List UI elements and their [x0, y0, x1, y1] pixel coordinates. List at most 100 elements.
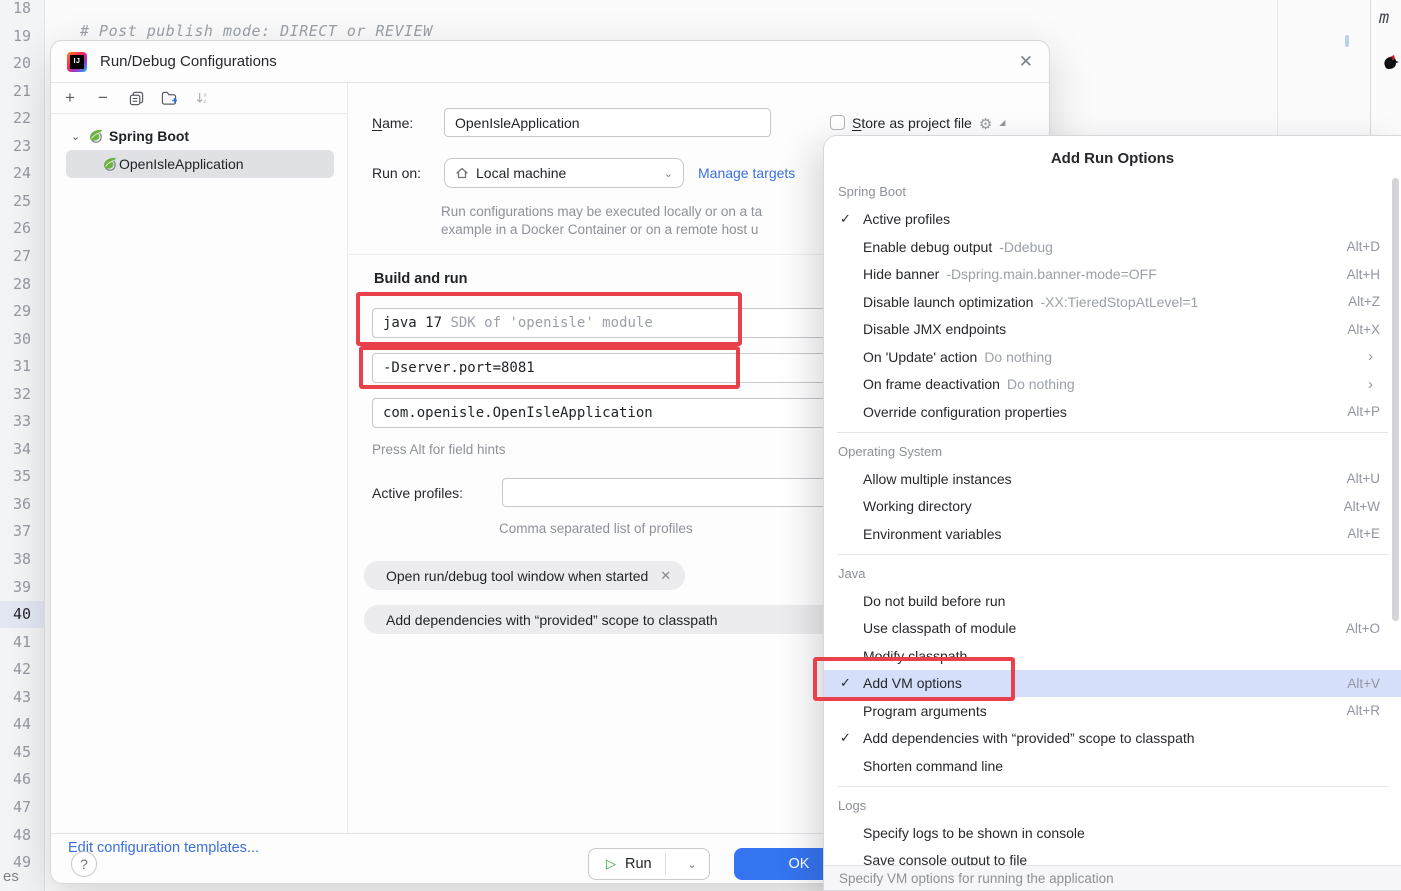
active-profiles-label: Active profiles:: [372, 485, 463, 501]
annotation-box-vm-options-field: [359, 346, 740, 389]
shortcut-label: Alt+E: [1347, 526, 1380, 541]
line-number: 46: [1, 766, 31, 793]
store-as-project-file-checkbox[interactable]: [830, 115, 845, 130]
menu-item-environment-variables[interactable]: Environment variablesAlt+E: [824, 520, 1401, 548]
line-number: 35: [1, 463, 31, 490]
tree-toolbar: + − az: [51, 83, 347, 114]
menu-separator: [824, 780, 1401, 792]
line-number: 25: [1, 188, 31, 215]
line-number: 48: [1, 822, 31, 849]
gear-caret-icon: ◢: [999, 118, 1005, 127]
line-number: 47: [1, 794, 31, 821]
tag-open-tool-window[interactable]: Open run/debug tool window when started …: [364, 561, 685, 590]
menu-item-hide-banner[interactable]: Hide banner-Dspring.main.banner-mode=OFF…: [824, 261, 1401, 289]
tree-item-openisleapplication-selected[interactable]: OpenIsleApplication: [66, 150, 334, 178]
editor-code-comment: # Post publish mode: DIRECT or REVIEW: [80, 22, 433, 40]
line-number: 45: [1, 739, 31, 766]
edit-configuration-templates-link[interactable]: Edit configuration templates...: [68, 840, 259, 856]
spring-boot-icon: [102, 156, 118, 172]
new-folder-icon[interactable]: [161, 90, 177, 106]
menu-item-working-directory[interactable]: Working directoryAlt+W: [824, 493, 1401, 521]
menu-item-allow-multiple-instances[interactable]: Allow multiple instancesAlt+U: [824, 465, 1401, 493]
run-dropdown-icon[interactable]: ⌄: [675, 858, 709, 871]
line-number: 20: [1, 50, 31, 77]
line-number: 27: [1, 243, 31, 270]
line-number: 36: [1, 491, 31, 518]
configurations-tree: ⌄ Spring Boot OpenIsleApplication: [51, 114, 347, 178]
run-on-value: Local machine: [476, 165, 566, 181]
copy-configuration-icon[interactable]: [128, 90, 144, 106]
run-button-divider: [665, 854, 666, 874]
help-button[interactable]: ?: [71, 851, 97, 877]
home-icon: [455, 166, 469, 180]
menu-item-use-classpath-of-module[interactable]: Use classpath of moduleAlt+O: [824, 615, 1401, 643]
panel-divider-line: [1370, 0, 1371, 136]
remove-configuration-icon[interactable]: −: [95, 90, 111, 106]
line-number: 42: [1, 656, 31, 683]
tag-add-provided-dependencies[interactable]: Add dependencies with “provided” scope t…: [364, 605, 901, 634]
menu-item-disable-jmx-endpoints[interactable]: Disable JMX endpointsAlt+X: [824, 316, 1401, 344]
submenu-arrow-icon: ›: [1368, 376, 1373, 393]
tree-group-label: Spring Boot: [109, 128, 189, 144]
menu-section-logs: Logs: [824, 792, 1401, 820]
shortcut-label: Alt+R: [1347, 703, 1380, 718]
run-on-description-line1: Run configurations may be executed local…: [441, 204, 762, 219]
configurations-tree-panel: + − az ⌄ Spring Boot OpenIsleApplication: [51, 83, 348, 833]
remove-tag-icon[interactable]: ✕: [660, 568, 671, 584]
check-icon: ✓: [840, 211, 863, 227]
alt-field-hints-note: Press Alt for field hints: [372, 442, 506, 457]
menu-item-enable-debug-output[interactable]: Enable debug output-DdebugAlt+D: [824, 233, 1401, 261]
menu-item-program-arguments[interactable]: Program argumentsAlt+R: [824, 697, 1401, 725]
menu-item-on-frame-deactivation[interactable]: On frame deactivationDo nothing›: [824, 371, 1401, 399]
gear-icon[interactable]: ⚙: [979, 115, 992, 133]
line-number: 21: [1, 78, 31, 105]
dialog-title: Run/Debug Configurations: [100, 53, 277, 70]
svg-text:a: a: [203, 92, 207, 98]
line-number: 29: [1, 298, 31, 325]
build-and-run-title: Build and run: [374, 271, 467, 287]
shortcut-label: Alt+H: [1347, 267, 1380, 282]
run-button-label: Run: [625, 856, 652, 872]
menu-item-specify-logs-to-be-shown-in-console[interactable]: Specify logs to be shown in console: [824, 819, 1401, 847]
chevron-down-icon[interactable]: ⌄: [71, 130, 83, 143]
line-number: 28: [1, 271, 31, 298]
menu-section-operating-system: Operating System: [824, 438, 1401, 466]
tree-group-spring-boot[interactable]: ⌄ Spring Boot: [51, 122, 347, 150]
line-number: 19: [1, 23, 31, 50]
store-as-project-file-row: Store as project file ⚙ ◢: [830, 108, 1005, 137]
line-number: 41: [1, 629, 31, 656]
sort-alphabetically-icon[interactable]: az: [194, 90, 210, 106]
editor-right-text: m: [1379, 8, 1389, 28]
annotation-box-jdk-field: [356, 292, 742, 346]
run-button[interactable]: ▷ Run ⌄: [588, 848, 710, 880]
menu-item-add-dependencies-with-provided-scope-to-classpath[interactable]: ✓Add dependencies with “provided” scope …: [824, 725, 1401, 753]
shortcut-label: Alt+V: [1347, 676, 1380, 691]
menu-item-override-configuration-properties[interactable]: Override configuration propertiesAlt+P: [824, 398, 1401, 426]
store-as-project-file-label: Store as project file: [852, 115, 972, 131]
line-number: 40: [1, 601, 31, 628]
name-input[interactable]: OpenIsleApplication: [444, 108, 771, 137]
close-icon[interactable]: ✕: [1019, 53, 1033, 70]
annotation-box-add-vm-options: [813, 657, 1015, 701]
editor-divider-line: [1277, 0, 1278, 136]
intellij-logo-icon: [67, 52, 87, 72]
run-on-label: Run on:: [372, 165, 421, 181]
shortcut-label: Alt+U: [1347, 471, 1380, 486]
run-on-select[interactable]: Local machine ⌄: [444, 158, 684, 188]
add-configuration-icon[interactable]: +: [62, 90, 78, 106]
menu-item-disable-launch-optimization[interactable]: Disable launch optimization-XX:TieredSto…: [824, 288, 1401, 316]
popup-scrollbar-thumb[interactable]: [1392, 178, 1399, 621]
menu-item-shorten-command-line[interactable]: Shorten command line: [824, 752, 1401, 780]
manage-targets-link[interactable]: Manage targets: [698, 165, 795, 181]
line-number: 38: [1, 546, 31, 573]
menu-item-do-not-build-before-run[interactable]: Do not build before run: [824, 587, 1401, 615]
scroll-stripe-mark: [1345, 35, 1349, 47]
line-number: 37: [1, 518, 31, 545]
popup-status-bar: Specify VM options for running the appli…: [824, 865, 1401, 890]
active-profiles-hint: Comma separated list of profiles: [499, 521, 693, 536]
menu-item-active-profiles[interactable]: ✓Active profiles: [824, 206, 1401, 234]
menu-item-on-update-action[interactable]: On 'Update' actionDo nothing›: [824, 343, 1401, 371]
shortcut-label: Alt+P: [1347, 404, 1380, 419]
popup-title: Add Run Options: [824, 136, 1401, 174]
chevron-down-icon: ⌄: [664, 167, 673, 180]
